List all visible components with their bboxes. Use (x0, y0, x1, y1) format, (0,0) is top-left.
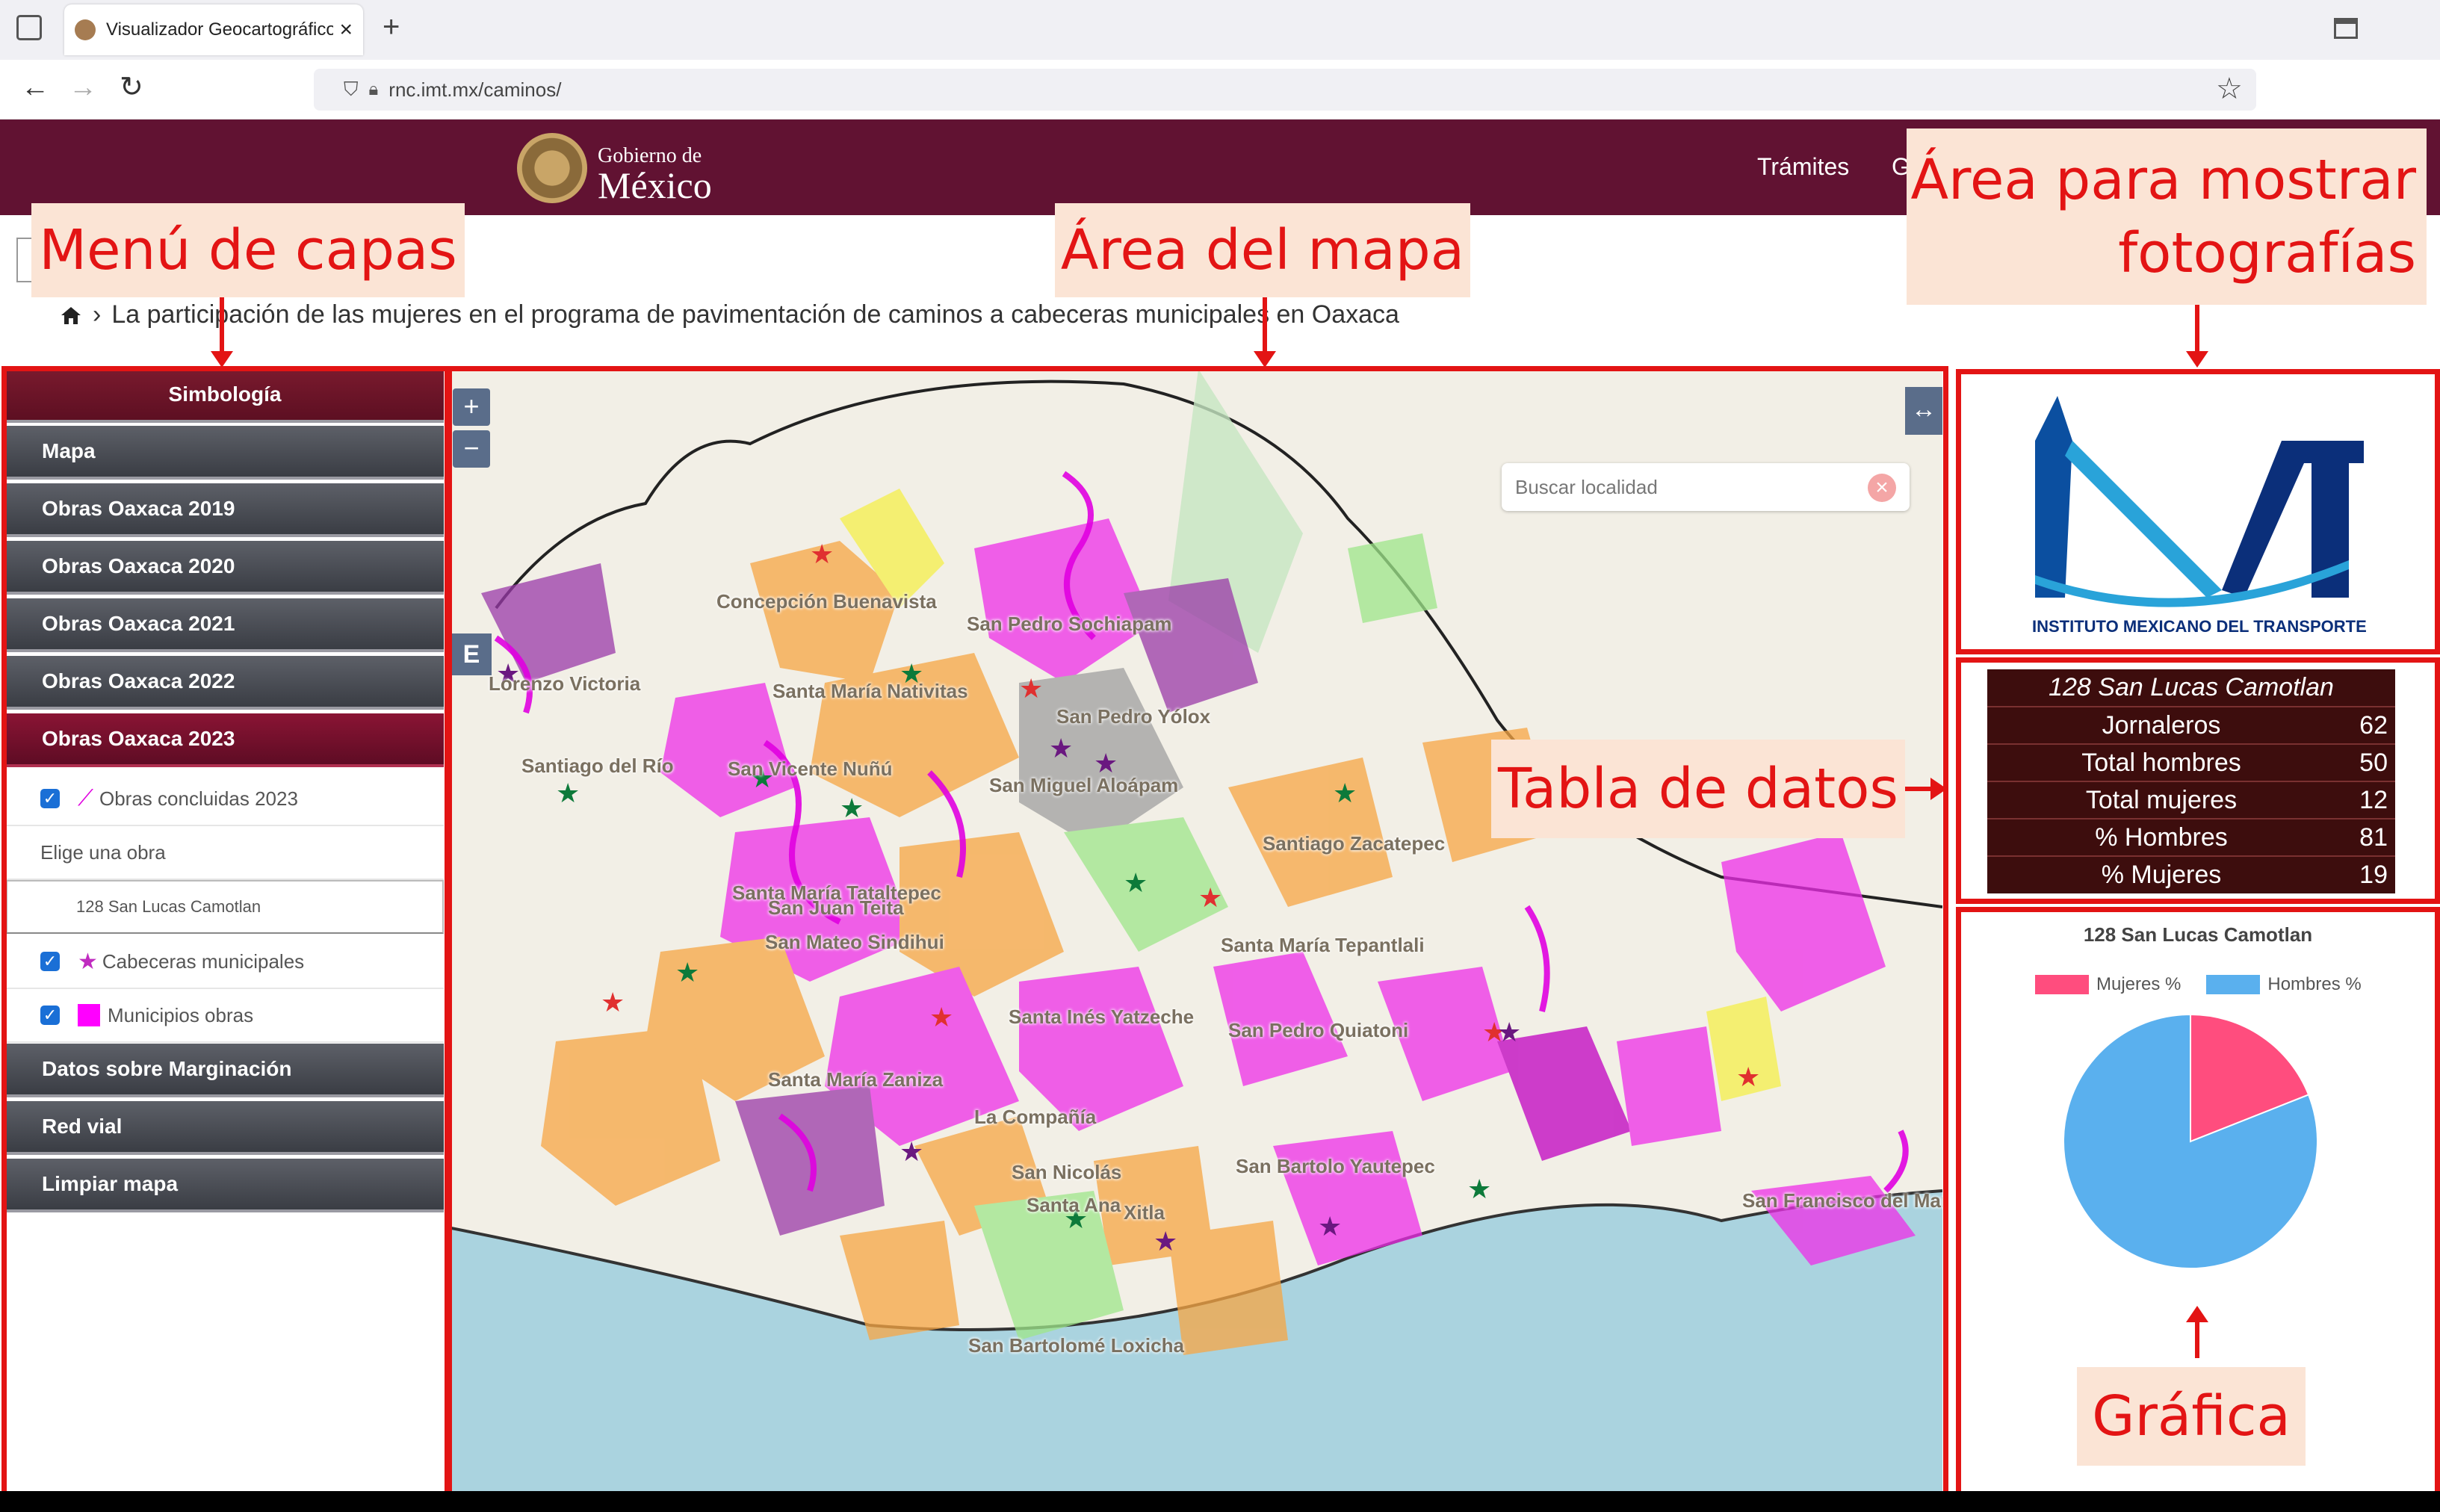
browser-tab[interactable]: Visualizador Geocartográfico de × (64, 4, 363, 55)
bookmark-star-icon[interactable]: ☆ (2216, 72, 2243, 106)
tab-title: Visualizador Geocartográfico de (106, 19, 334, 40)
url-bar[interactable]: ⛉ 🔒︎ rnc.imt.mx/caminos/ (314, 69, 2256, 111)
annotation-box-photo (1956, 369, 2440, 654)
url-text: rnc.imt.mx/caminos/ (388, 78, 562, 101)
forward-icon[interactable]: → (69, 72, 97, 104)
nav-tramites[interactable]: Trámites (1757, 153, 1849, 181)
window-icon[interactable] (2334, 18, 2358, 39)
annotation-box-menu (1, 366, 450, 1509)
close-tab-icon[interactable]: × (339, 17, 353, 43)
arrow-photo (2195, 305, 2199, 357)
browser-tab-bar (0, 0, 2440, 60)
arrow-head (1930, 778, 1947, 800)
arrow-head (2186, 1306, 2208, 1322)
tab-list-icon[interactable] (16, 15, 42, 40)
favicon-icon (75, 19, 96, 40)
annotation-grafica: Gráfica (2077, 1367, 2306, 1466)
annotation-tabla: Tabla de datos (1491, 740, 1905, 838)
annotation-menu: Menú de capas (31, 203, 465, 297)
annotation-fotos-line1: Área para mostrar (1910, 148, 2416, 212)
shield-icon: ⛉ (344, 78, 359, 100)
annotation-fotos: Área para mostrar fotografías (1907, 128, 2427, 305)
breadcrumb-current: La participación de las mujeres en el pr… (111, 300, 1399, 329)
arrow-chart (2195, 1321, 2199, 1358)
annotation-mapa: Área del mapa (1055, 203, 1470, 297)
arrow-menu (220, 297, 224, 357)
annotation-fotos-line2: fotografías (2118, 221, 2416, 285)
new-tab-button[interactable]: + (383, 10, 400, 44)
annotation-box-map (447, 366, 1948, 1509)
back-icon[interactable]: ← (21, 72, 49, 104)
gov-logo[interactable]: Gobierno de México (598, 146, 712, 205)
page-corner-element (16, 238, 31, 282)
arrow-map (1263, 297, 1267, 357)
home-icon[interactable] (60, 305, 82, 326)
lock-icon: 🔒︎ (368, 79, 379, 99)
reload-icon[interactable]: ↻ (120, 70, 143, 104)
arrow-head (2186, 351, 2208, 368)
bottom-bar (0, 1491, 2440, 1512)
breadcrumb: › La participación de las mujeres en el … (60, 300, 1399, 329)
breadcrumb-separator-icon: › (93, 300, 102, 329)
mexico-crest-icon (517, 133, 587, 203)
arrow-head (1254, 351, 1276, 368)
arrow-head (211, 351, 233, 368)
annotation-box-table (1956, 657, 2440, 904)
